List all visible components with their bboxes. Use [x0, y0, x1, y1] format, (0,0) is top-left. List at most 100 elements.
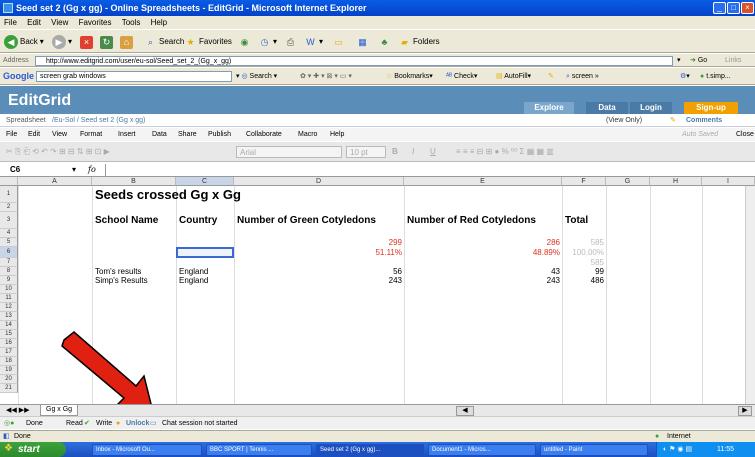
- header-total[interactable]: Total: [563, 213, 590, 229]
- eg-menu-data[interactable]: Data: [152, 128, 167, 141]
- tray-icons[interactable]: ◐ ⚑ ◉ ▤: [663, 442, 692, 457]
- messenger-button[interactable]: ♣: [378, 35, 391, 49]
- cell-f6[interactable]: 100.00%: [562, 247, 606, 258]
- sheet-title[interactable]: Seeds crossed Gg x Gg: [93, 187, 243, 203]
- header-school-name[interactable]: School Name: [93, 213, 160, 229]
- nav-explore[interactable]: Explore: [524, 102, 574, 114]
- task-paint[interactable]: untitled - Paint: [540, 444, 648, 456]
- menu-tools[interactable]: Tools: [122, 18, 141, 27]
- col-header-h[interactable]: H: [650, 177, 702, 186]
- history-button[interactable]: ◷ ▾: [258, 35, 277, 49]
- eg-menu-share[interactable]: Share: [178, 128, 197, 141]
- row-header[interactable]: 13: [0, 312, 18, 321]
- cell-f9[interactable]: 486: [562, 276, 606, 285]
- col-header-g[interactable]: G: [606, 177, 650, 186]
- refresh-button[interactable]: ↻: [100, 35, 113, 49]
- hscroll-right-icon[interactable]: ▶: [738, 406, 752, 416]
- sheet-tab[interactable]: Gg x Gg: [40, 405, 79, 416]
- row-header[interactable]: 20: [0, 375, 18, 384]
- header-red[interactable]: Number of Red Cotyledons: [405, 213, 538, 229]
- cell-c8[interactable]: England: [177, 267, 210, 276]
- eg-menu-format[interactable]: Format: [80, 128, 102, 141]
- favorites-button[interactable]: ★ Favorites: [184, 35, 231, 49]
- breadcrumb[interactable]: /Eu-Sol / Seed set 2 (Gg x gg): [52, 114, 145, 127]
- eg-menu-help[interactable]: Help: [330, 128, 344, 141]
- bookmarks-button[interactable]: ☆ Bookmarks▾: [386, 68, 433, 85]
- col-header-f[interactable]: F: [562, 177, 606, 186]
- menu-help[interactable]: Help: [151, 18, 167, 27]
- col-header-a[interactable]: A: [18, 177, 92, 186]
- eg-menu-view[interactable]: View: [52, 128, 67, 141]
- row-header[interactable]: 16: [0, 339, 18, 348]
- header-green[interactable]: Number of Green Cotyledons: [235, 213, 378, 229]
- address-dropdown-icon[interactable]: ▾: [677, 56, 681, 64]
- col-header-e[interactable]: E: [404, 177, 562, 186]
- task-seedset[interactable]: Seed set 2 (Gg x gg)...: [316, 444, 424, 456]
- back-button[interactable]: ◀ Back ▾: [4, 35, 44, 49]
- unlock-link[interactable]: Unlock: [126, 417, 149, 430]
- highlight-button[interactable]: ✎: [548, 68, 554, 85]
- row-header[interactable]: 1: [0, 186, 18, 203]
- cell-reference[interactable]: C6: [10, 163, 20, 177]
- nav-login[interactable]: Login: [630, 102, 672, 114]
- menu-view[interactable]: View: [51, 18, 68, 27]
- row-header[interactable]: 4: [0, 229, 18, 238]
- row-header[interactable]: 12: [0, 303, 18, 312]
- selected-cell-c6[interactable]: [176, 247, 234, 258]
- maximize-button[interactable]: □: [727, 2, 740, 14]
- cell-f5[interactable]: 585: [562, 238, 606, 247]
- cell-d6[interactable]: 51.11%: [234, 247, 404, 258]
- row-header[interactable]: 5: [0, 238, 18, 247]
- home-button[interactable]: ⌂: [120, 35, 133, 49]
- check-button[interactable]: ᴬᴮ Check▾: [446, 68, 477, 85]
- menu-edit[interactable]: Edit: [27, 18, 41, 27]
- italic-button[interactable]: I: [412, 142, 414, 162]
- google-search-button[interactable]: ▾ ◎ Search ▾: [236, 68, 277, 85]
- forward-button[interactable]: ▶ ▾: [52, 35, 72, 49]
- eg-menu-insert[interactable]: Insert: [118, 128, 136, 141]
- cell-e9[interactable]: 243: [404, 276, 562, 285]
- comments-link[interactable]: Comments: [686, 114, 722, 127]
- menu-favorites[interactable]: Favorites: [79, 18, 112, 27]
- folders-button[interactable]: ▰ Folders: [398, 35, 440, 49]
- search-button[interactable]: ⌕ Search: [144, 35, 184, 49]
- row-header[interactable]: 6: [0, 247, 18, 258]
- google-account[interactable]: ● t.simp...: [700, 68, 731, 85]
- format-icons-left[interactable]: ✂ ⎘ ⎗ ⟲ ↶ ↷ ⊞ ⊟ ⇅ ⊞ ⊡ ▶: [6, 142, 110, 162]
- row-header[interactable]: 11: [0, 294, 18, 303]
- google-search-input[interactable]: screen grab windows: [36, 71, 232, 82]
- cell-d9[interactable]: 243: [234, 276, 404, 285]
- settings-button[interactable]: ⚙▾: [680, 68, 690, 85]
- screen-search-button[interactable]: ⌕ screen »: [566, 68, 599, 85]
- row-header[interactable]: 19: [0, 366, 18, 375]
- corner-header[interactable]: [0, 177, 18, 186]
- close-button[interactable]: ×: [741, 2, 754, 14]
- cell-e8[interactable]: 43: [404, 267, 562, 276]
- eg-menu-collaborate[interactable]: Collaborate: [246, 128, 282, 141]
- eg-menu-publish[interactable]: Publish: [208, 128, 231, 141]
- print-button[interactable]: ⎙: [284, 35, 297, 49]
- row-header[interactable]: 15: [0, 330, 18, 339]
- links-button[interactable]: Links: [725, 54, 741, 67]
- font-size-select[interactable]: 10 pt: [346, 146, 386, 158]
- cell-d5[interactable]: 299: [234, 238, 404, 247]
- underline-button[interactable]: U: [430, 142, 436, 162]
- address-input[interactable]: http://www.editgrid.com/user/eu-sol/Seed…: [35, 56, 673, 66]
- edit-button[interactable]: W ▾: [304, 35, 323, 49]
- row-header[interactable]: 14: [0, 321, 18, 330]
- go-button[interactable]: ➜ Go: [690, 54, 707, 67]
- task-bbc[interactable]: BBC SPORT | Tennis ...: [206, 444, 312, 456]
- font-select[interactable]: Arial: [236, 146, 342, 158]
- header-country[interactable]: Country: [177, 213, 219, 229]
- eg-menu-file[interactable]: File: [6, 128, 17, 141]
- row-header[interactable]: 10: [0, 285, 18, 294]
- eg-menu-edit[interactable]: Edit: [28, 128, 40, 141]
- cell-f7[interactable]: 585: [562, 258, 606, 267]
- stop-button[interactable]: ×: [80, 35, 93, 49]
- eg-menu-macro[interactable]: Macro: [298, 128, 317, 141]
- research-button[interactable]: ▦: [356, 35, 369, 49]
- task-outlook[interactable]: Inbox - Microsoft Ou...: [92, 444, 202, 456]
- row-header[interactable]: 21: [0, 384, 18, 393]
- cell-e5[interactable]: 286: [404, 238, 562, 247]
- autofill-button[interactable]: ▤ AutoFill▾: [496, 68, 531, 85]
